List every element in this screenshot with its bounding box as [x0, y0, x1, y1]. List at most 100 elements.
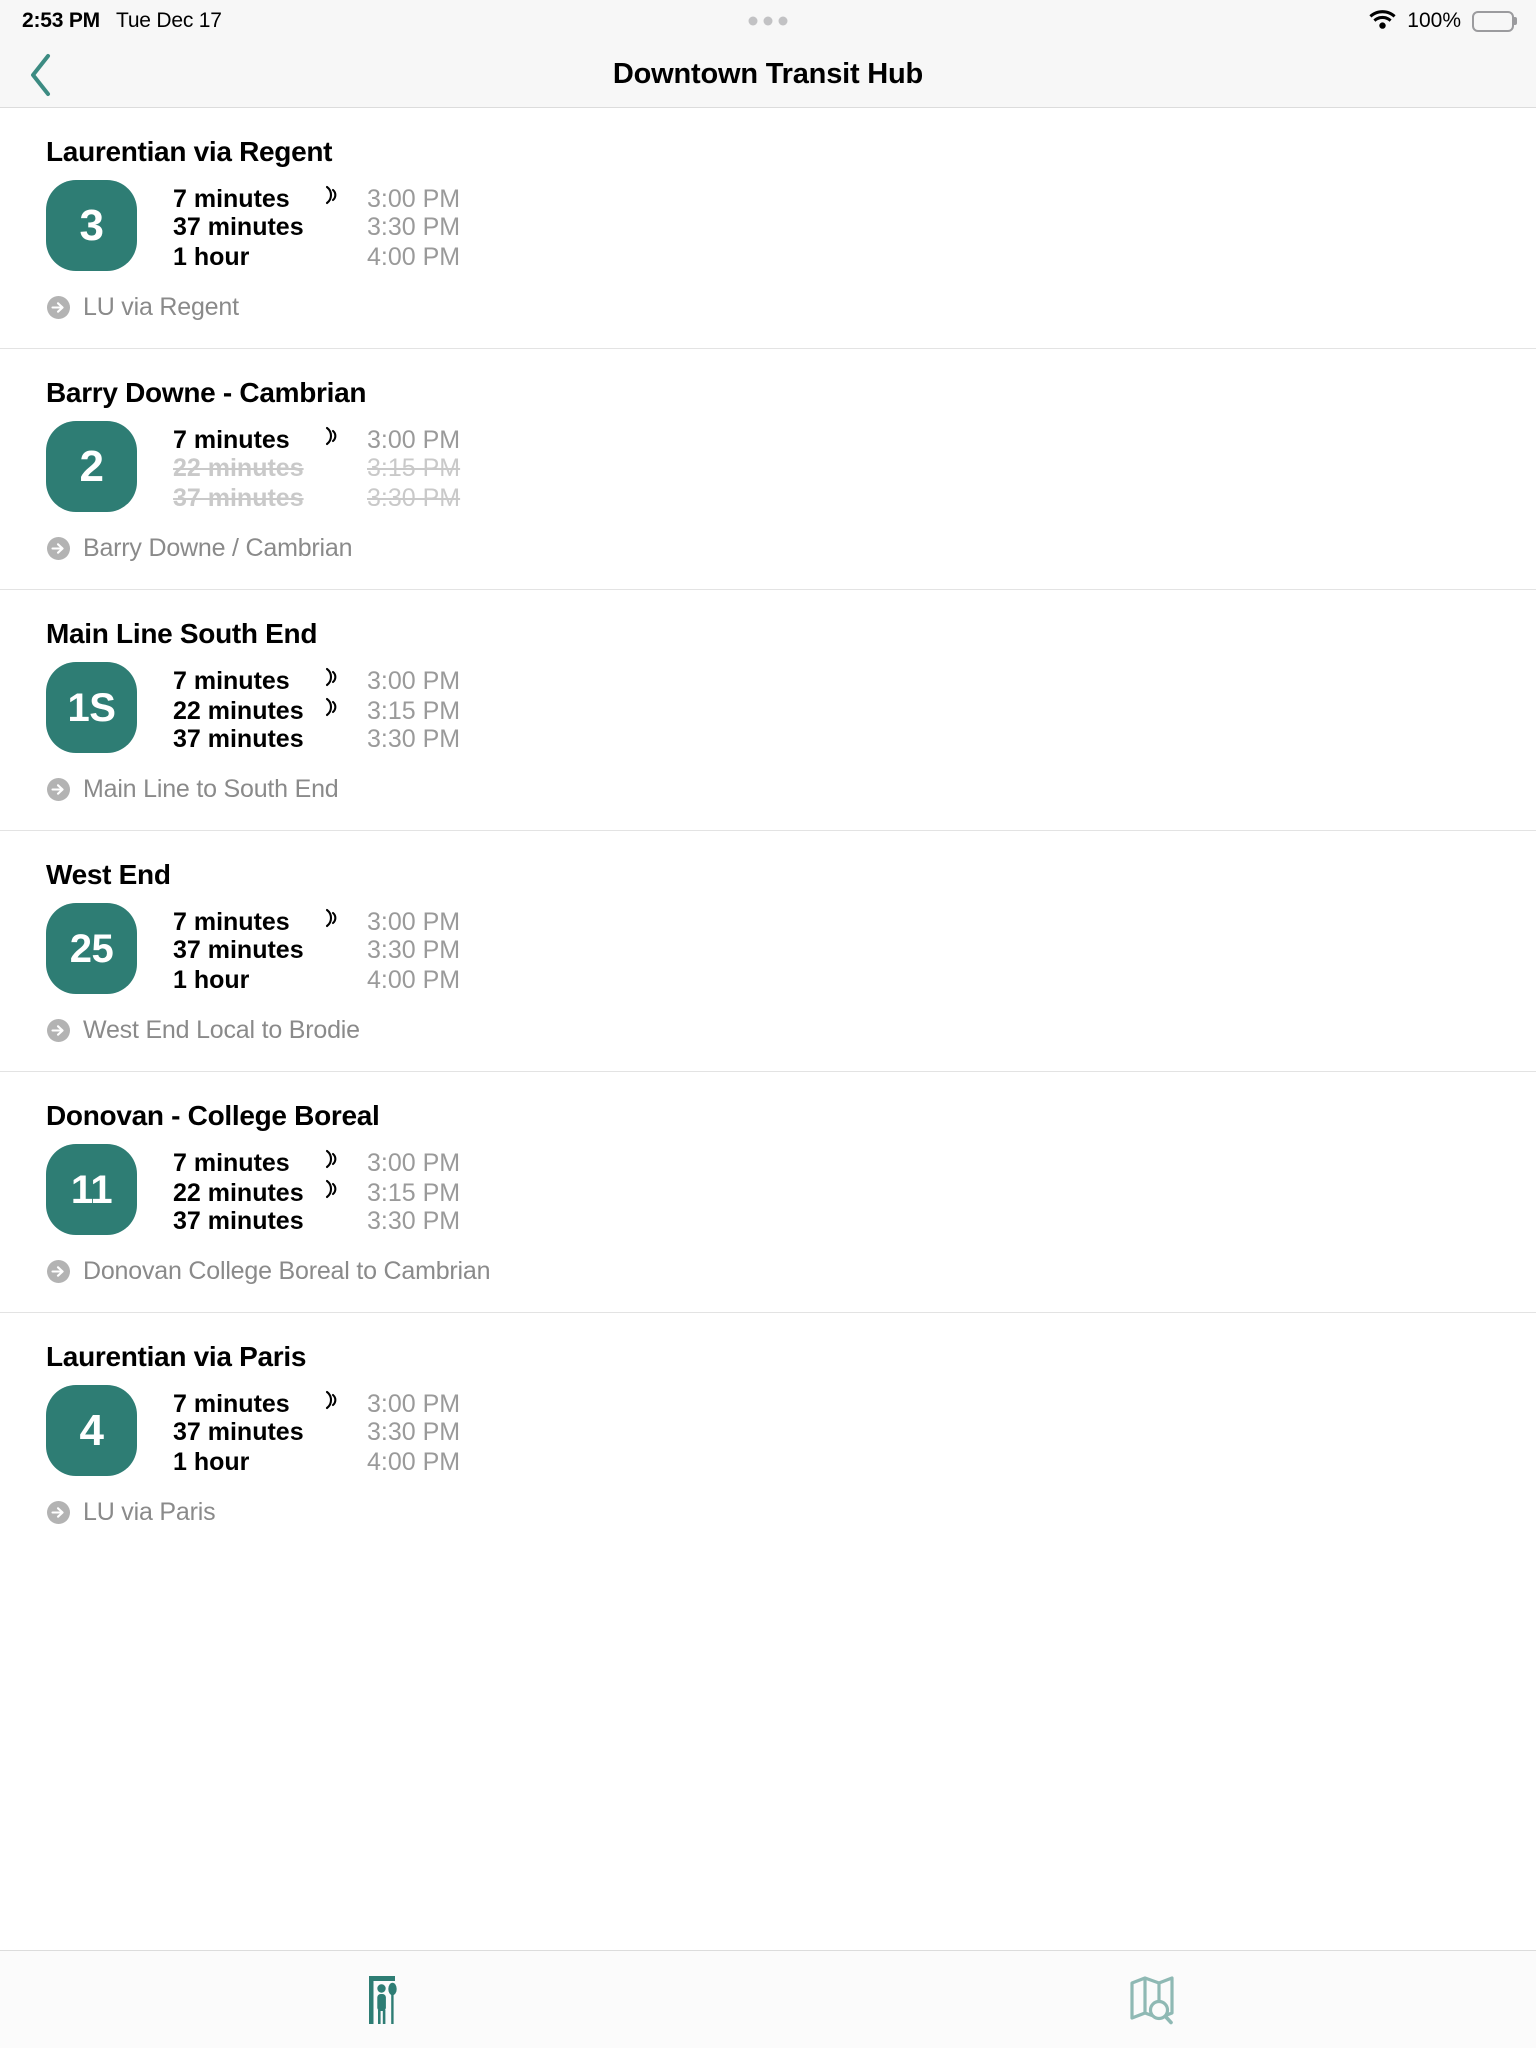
- departure-minutes: 7 minutes: [173, 908, 290, 936]
- departure-minutes: 22 minutes: [173, 454, 304, 482]
- departure-clock-time: 3:00 PM: [367, 426, 461, 454]
- departure-minutes: 22 minutes: [173, 1179, 304, 1207]
- departure-minutes-cell: 7 minutes: [173, 185, 323, 214]
- destination-icon-wrap: [46, 1259, 71, 1284]
- route-card[interactable]: Laurentian via Regent 3 7 minutes 3:00 PM 37…: [0, 108, 1536, 349]
- departure-row: 37 minutes 3:30 PM: [173, 1207, 460, 1236]
- dot-icon: [778, 16, 788, 26]
- arrow-right-circle-icon: [47, 1019, 70, 1042]
- status-bar: 2:53 PM Tue Dec 17 100%: [0, 0, 1536, 42]
- departure-minutes: 7 minutes: [173, 426, 290, 454]
- live-signal-icon: [325, 908, 337, 928]
- dot-icon: [748, 16, 758, 26]
- route-name: Barry Downe - Cambrian: [46, 377, 367, 408]
- departure-clock-time: 3:30 PM: [367, 484, 461, 512]
- departure-minutes: 37 minutes: [173, 1418, 304, 1446]
- chevron-left-icon: [31, 53, 50, 96]
- destination-icon-wrap: [46, 536, 71, 561]
- departure-row: 7 minutes 3:00 PM: [173, 183, 460, 214]
- live-indicator-cell: [323, 183, 351, 207]
- live-indicator-cell: [323, 1147, 351, 1171]
- arrow-right-circle-icon: [47, 1260, 70, 1283]
- route-destination: Barry Downe / Cambrian: [0, 534, 1536, 563]
- departure-minutes: 37 minutes: [173, 213, 304, 241]
- tab-bar: [0, 1950, 1536, 2048]
- destination-icon-wrap: [46, 295, 71, 320]
- route-body: 25 7 minutes 3:00 PM 37 minutes 3:30 PM 1 hou…: [0, 903, 1536, 996]
- live-indicator-cell: [323, 906, 351, 930]
- departure-list: 7 minutes 3:00 PM 22 minutes 3:15 PM 37 minu…: [173, 662, 460, 755]
- departure-minutes-cell: 1 hour: [173, 1448, 323, 1477]
- live-signal-icon: [325, 426, 337, 446]
- route-badge: 3: [46, 180, 137, 271]
- route-badge: 25: [46, 903, 137, 994]
- route-name: Main Line South End: [46, 618, 318, 649]
- departure-minutes-cell: 22 minutes: [173, 697, 323, 726]
- route-badge: 4: [46, 1385, 137, 1476]
- live-signal-icon: [325, 1149, 337, 1169]
- destination-label: LU via Paris: [83, 1498, 216, 1526]
- live-signal-icon: [325, 1390, 337, 1410]
- live-signal-icon: [325, 697, 337, 717]
- departure-clock-time: 3:30 PM: [367, 213, 461, 241]
- status-bar-left: 2:53 PM Tue Dec 17: [22, 9, 222, 33]
- arrow-right-circle-icon: [47, 778, 70, 801]
- status-date: Tue Dec 17: [115, 9, 222, 32]
- route-card[interactable]: Laurentian via Paris 4 7 minutes 3:00 PM 37 …: [0, 1313, 1536, 1553]
- departure-minutes-cell: 22 minutes: [173, 1179, 323, 1208]
- departure-row: 37 minutes 3:30 PM: [173, 936, 460, 965]
- departure-clock-time: 4:00 PM: [367, 966, 461, 994]
- departure-clock-time: 4:00 PM: [367, 1448, 461, 1476]
- route-destination: LU via Paris: [0, 1498, 1536, 1527]
- departure-row: 37 minutes 3:30 PM: [173, 213, 460, 242]
- live-indicator-cell: [323, 665, 351, 689]
- departure-minutes-cell: 37 minutes: [173, 1207, 323, 1236]
- departure-row: 7 minutes 3:00 PM: [173, 424, 461, 454]
- departure-row: 37 minutes 3:30 PM: [173, 1418, 460, 1447]
- departure-clock-time: 3:30 PM: [367, 1418, 461, 1446]
- departure-minutes: 37 minutes: [173, 936, 304, 964]
- live-indicator-cell: [323, 695, 351, 719]
- departure-minutes: 37 minutes: [173, 1207, 304, 1235]
- route-card[interactable]: West End 25 7 minutes 3:00 PM 37 minutes 3:30…: [0, 831, 1536, 1072]
- departure-minutes: 7 minutes: [173, 185, 290, 213]
- departure-minutes-cell: 37 minutes: [173, 936, 323, 965]
- live-signal-icon: [325, 667, 337, 687]
- departure-clock-time: 3:30 PM: [367, 725, 461, 753]
- route-destination: Main Line to South End: [0, 775, 1536, 804]
- departure-row: 22 minutes 3:15 PM: [173, 695, 460, 726]
- route-card[interactable]: Barry Downe - Cambrian 2 7 minutes 3:00 PM 2…: [0, 349, 1536, 590]
- destination-icon-wrap: [46, 1018, 71, 1043]
- three-dots-indicator: [748, 16, 788, 26]
- destination-icon-wrap: [46, 1500, 71, 1525]
- route-name: Laurentian via Regent: [46, 136, 333, 167]
- departure-minutes-cell: 7 minutes: [173, 1149, 323, 1178]
- tab-stops[interactable]: [0, 1951, 768, 2048]
- destination-label: Donovan College Boreal to Cambrian: [83, 1257, 491, 1285]
- live-signal-icon: [325, 185, 337, 205]
- destination-label: Barry Downe / Cambrian: [83, 534, 353, 562]
- destination-label: Main Line to South End: [83, 775, 339, 803]
- back-button[interactable]: [14, 48, 68, 102]
- departure-row: 22 minutes 3:15 PM: [173, 1177, 461, 1208]
- departure-row: 7 minutes 3:00 PM: [173, 906, 460, 936]
- route-body: 37 minutes 3:00 PM 37 minutes 3:30 PM 1 hour…: [0, 180, 1536, 273]
- departure-list: 7 minutes 3:00 PM 37 minutes 3:30 PM 1 hour 4…: [173, 903, 460, 996]
- departure-clock-time: 3:15 PM: [367, 1179, 461, 1207]
- departure-minutes: 37 minutes: [173, 484, 304, 512]
- departure-row: 37 minutes 3:30 PM: [173, 725, 460, 754]
- departure-minutes: 1 hour: [173, 966, 250, 994]
- departure-minutes-cell: 37 minutes: [173, 213, 323, 242]
- route-card[interactable]: Donovan - College Boreal 11 7 minutes 3:00 …: [0, 1072, 1536, 1313]
- departure-list: 7 minutes 3:00 PM 37 minutes 3:30 PM 1 hour 4…: [173, 180, 460, 273]
- departure-row: 37 minutes 3:30 PM: [173, 484, 460, 513]
- tab-map[interactable]: [768, 1951, 1536, 2048]
- departure-minutes-cell: 22 minutes: [173, 454, 323, 483]
- departure-minutes-cell: 37 minutes: [173, 725, 323, 754]
- departure-minutes: 37 minutes: [173, 725, 304, 753]
- departure-clock-time: 3:00 PM: [367, 1149, 461, 1177]
- battery-percent: 100%: [1407, 9, 1461, 32]
- route-name: Laurentian via Paris: [46, 1341, 307, 1372]
- route-name: West End: [46, 859, 171, 890]
- route-card[interactable]: Main Line South End 1S 7 minutes 3:00 PM 22 …: [0, 590, 1536, 831]
